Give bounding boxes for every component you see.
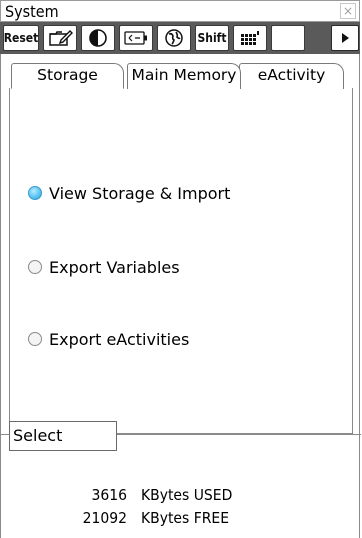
folder-edit-icon <box>49 30 73 46</box>
option-label: View Storage & Import <box>49 183 231 203</box>
folder-edit-button[interactable] <box>43 25 77 51</box>
memory-used-row: 3616 KBytes USED <box>1 486 361 506</box>
play-icon <box>342 33 349 43</box>
tab-eactivity[interactable]: eActivity <box>239 63 344 89</box>
tab-storage[interactable]: Storage <box>11 63 124 89</box>
toolbar: Reset Shift <box>0 22 360 54</box>
memory-free-value: 21092 <box>82 509 127 527</box>
option-export-variables[interactable]: Export Variables <box>28 256 180 278</box>
close-icon[interactable]: × <box>340 3 356 19</box>
shift-button[interactable]: Shift <box>195 25 229 51</box>
battery-icon <box>124 31 147 45</box>
option-export-eactivities[interactable]: Export eActivities <box>28 328 189 350</box>
window-title: System <box>5 2 59 21</box>
memory-free-row: 21092 KBytes FREE <box>1 509 361 529</box>
keyboard-grid-icon <box>241 31 259 45</box>
select-button[interactable]: Select <box>9 421 117 451</box>
tab-main-memory[interactable]: Main Memory <box>127 63 241 89</box>
radio-icon <box>28 260 42 274</box>
globe-button[interactable] <box>157 25 191 51</box>
title-bar: System × <box>0 0 360 22</box>
option-label: Export eActivities <box>49 329 190 349</box>
memory-free-label: KBytes FREE <box>141 509 230 527</box>
main-area: Storage Main Memory eActivity View Stora… <box>0 54 361 538</box>
globe-icon <box>165 29 183 47</box>
contrast-icon <box>89 29 107 47</box>
radio-selected-icon <box>28 186 42 200</box>
option-view-storage-import[interactable]: View Storage & Import <box>28 182 230 204</box>
contrast-button[interactable] <box>81 25 115 51</box>
keyboard-grid-button[interactable] <box>233 25 267 51</box>
radio-icon <box>28 332 42 346</box>
memory-used-label: KBytes USED <box>141 486 233 504</box>
toolbar-slot-7[interactable] <box>271 25 305 51</box>
reset-button[interactable]: Reset <box>3 25 39 51</box>
option-label: Export Variables <box>49 257 180 277</box>
memory-used-value: 3616 <box>91 486 127 504</box>
battery-button[interactable] <box>119 25 153 51</box>
toolbar-next-button[interactable] <box>331 25 359 51</box>
